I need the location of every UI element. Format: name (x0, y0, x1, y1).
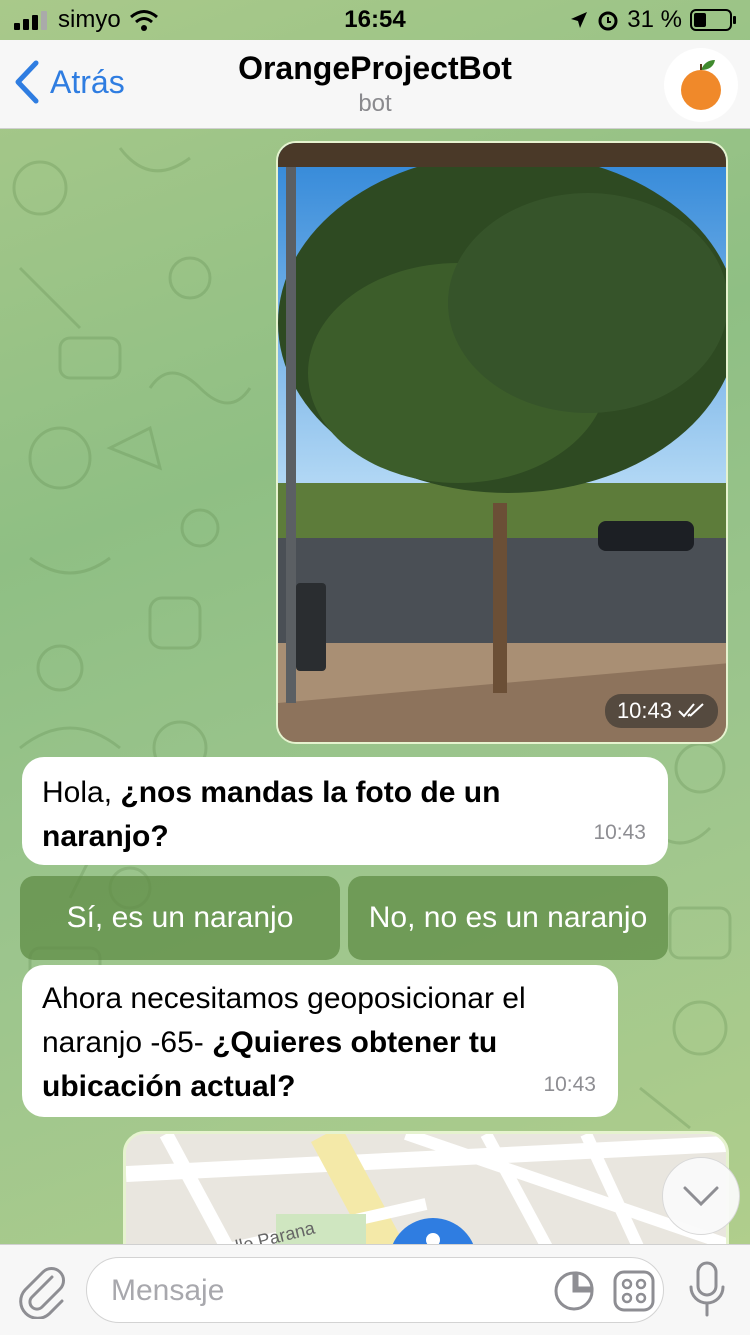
location-message[interactable]: Calle Parana (123, 1131, 729, 1261)
chat-title[interactable]: OrangeProjectBot (0, 50, 750, 87)
orange-icon (681, 60, 721, 110)
message-text: Hola, (42, 776, 121, 809)
incoming-message: Hola, ¿nos mandas la foto de un naranjo?… (22, 757, 668, 865)
scroll-to-bottom-button[interactable] (662, 1157, 740, 1235)
chat-header: Atrás OrangeProjectBot bot (0, 40, 750, 129)
chat-subtitle: bot (358, 90, 392, 117)
incoming-message: Ahora necesitamos geoposicionar el naran… (22, 965, 618, 1117)
alarm-icon (598, 11, 618, 31)
sticker-button[interactable] (553, 1270, 595, 1317)
yes-orange-tree-button[interactable]: Sí, es un naranjo (20, 876, 340, 960)
battery-icon (690, 9, 736, 31)
paperclip-icon (19, 1267, 65, 1320)
button-label: No, no es un naranjo (368, 901, 648, 934)
battery-percent: 31 % (627, 6, 682, 33)
attach-button[interactable] (18, 1263, 68, 1324)
sticker-icon (554, 1271, 594, 1311)
message-input[interactable]: Mensaje (86, 1257, 664, 1323)
message-time: 10:43 (593, 821, 646, 844)
message-time: 10:43 (543, 1073, 596, 1096)
photo-message[interactable]: 10:43 (276, 141, 728, 744)
message-time: 10:43 (604, 694, 718, 728)
keyboard-grid-icon (613, 1270, 655, 1312)
bot-keyboard-button[interactable] (613, 1270, 655, 1317)
double-check-icon (678, 703, 704, 718)
message-placeholder: Mensaje (111, 1274, 225, 1307)
tree-photo (278, 143, 726, 742)
location-icon (571, 12, 588, 28)
not-orange-tree-button[interactable]: No, no es un naranjo (348, 876, 668, 960)
voice-message-button[interactable] (688, 1261, 726, 1324)
message-input-bar: Mensaje (0, 1244, 750, 1335)
chevron-down-icon (683, 1186, 719, 1207)
button-label: Sí, es un naranjo (66, 901, 294, 934)
status-bar: simyo 16:54 31 % (0, 0, 750, 40)
avatar[interactable] (664, 48, 738, 122)
microphone-icon (689, 1261, 725, 1317)
